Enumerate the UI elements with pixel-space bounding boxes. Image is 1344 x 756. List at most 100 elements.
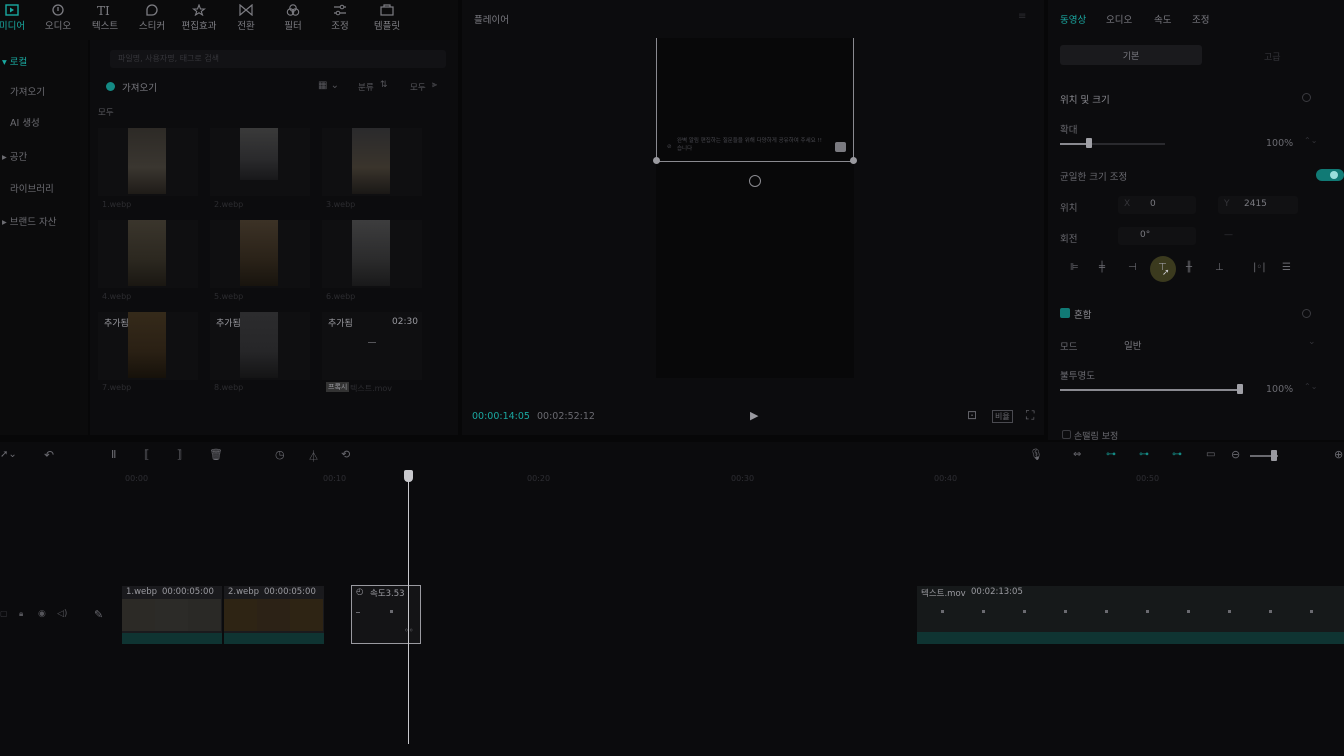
- stepper-icon[interactable]: ⌃⌄: [1304, 136, 1317, 145]
- filter-button[interactable]: 모두: [410, 81, 426, 93]
- clip-2[interactable]: 2.webp 00:00:05:00: [224, 586, 324, 644]
- blend-reset-icon[interactable]: [1302, 309, 1311, 318]
- clip-text-mov[interactable]: 텍스트.mov 00:02:13:05: [917, 586, 1344, 644]
- stepper-icon[interactable]: ⌃⌄: [1304, 382, 1317, 391]
- position-x-field[interactable]: X 0: [1118, 196, 1196, 214]
- tool-effects[interactable]: 편집효과: [177, 4, 221, 32]
- ratio-button[interactable]: 비율: [992, 410, 1013, 423]
- media-item[interactable]: 추가됨: [98, 312, 198, 380]
- rotate-field[interactable]: 0°: [1118, 227, 1196, 245]
- tab-video[interactable]: 동영상: [1060, 12, 1086, 26]
- clip-marker: [390, 610, 393, 613]
- rotate-icon[interactable]: ⟲: [341, 448, 350, 461]
- split-right-icon[interactable]: ⟧: [177, 448, 182, 461]
- import-button[interactable]: 가져오기: [122, 80, 157, 94]
- edit-pencil-icon[interactable]: ✎: [94, 608, 103, 621]
- media-item[interactable]: [98, 220, 198, 288]
- tool-adjust[interactable]: 조정: [318, 4, 362, 32]
- media-item[interactable]: [98, 128, 198, 196]
- media-icon: [5, 4, 19, 16]
- subtab-advanced[interactable]: 고급: [1264, 50, 1281, 63]
- nav-local[interactable]: ▾ 로컬: [2, 54, 27, 68]
- add-icon[interactable]: [835, 142, 846, 152]
- media-item[interactable]: [322, 128, 422, 196]
- delete-icon[interactable]: 🗑: [209, 448, 223, 461]
- scale-value[interactable]: 100%: [1266, 138, 1293, 149]
- opacity-slider-knob[interactable]: [1237, 384, 1243, 394]
- fullscreen-icon[interactable]: ⛶: [1026, 408, 1034, 423]
- nav-library[interactable]: 라이브러리: [10, 181, 54, 195]
- media-item[interactable]: [210, 128, 310, 196]
- reset-icon[interactable]: [1302, 93, 1311, 102]
- search-input[interactable]: 파일명, 사용자명, 태그로 검색: [110, 50, 446, 68]
- snap-icon[interactable]: ⊶: [1106, 449, 1116, 460]
- position-y-field[interactable]: Y 2415: [1218, 196, 1298, 214]
- nav-import[interactable]: 가져오기: [10, 84, 45, 98]
- menu-icon[interactable]: ≡: [1018, 11, 1026, 22]
- stabilize-checkbox[interactable]: [1062, 430, 1071, 439]
- nav-space[interactable]: ▸ 공간: [2, 149, 27, 163]
- scale-slider-knob[interactable]: [1086, 138, 1092, 148]
- tool-media[interactable]: 미디어: [0, 4, 34, 32]
- tool-filter[interactable]: 필터: [271, 4, 315, 32]
- tab-speed[interactable]: 속도: [1154, 12, 1171, 26]
- zoom-out-icon[interactable]: ⊖: [1231, 448, 1240, 461]
- nav-brand[interactable]: ▸ 브랜드 자산: [2, 214, 57, 228]
- undo-icon[interactable]: ↶: [44, 448, 54, 462]
- nav-ai[interactable]: AI 생성: [10, 115, 40, 129]
- media-item[interactable]: 추가됨: [210, 312, 310, 380]
- tool-text[interactable]: TI 텍스트: [83, 4, 127, 32]
- lock-icon[interactable]: 🔒︎: [19, 609, 23, 619]
- align-bottom-icon[interactable]: ⊥: [1215, 262, 1224, 273]
- clip-1[interactable]: 1.webp 00:00:05:00: [122, 586, 222, 644]
- microphone-icon[interactable]: 🎙: [1029, 448, 1043, 461]
- align-right-icon[interactable]: ⊣: [1128, 262, 1137, 273]
- tool-audio[interactable]: 오디오: [36, 4, 80, 32]
- zoom-slider-knob[interactable]: [1271, 450, 1277, 461]
- tool-template[interactable]: 템플릿: [365, 4, 409, 32]
- resize-handle[interactable]: [850, 157, 857, 164]
- select-tool-icon[interactable]: ➚⌄: [0, 449, 17, 460]
- filter-icon[interactable]: ⫸: [432, 80, 437, 90]
- speed-icon[interactable]: ◷: [275, 448, 285, 461]
- sort-button[interactable]: 분류: [358, 81, 374, 93]
- align-left-icon[interactable]: ⊫: [1070, 262, 1079, 273]
- tab-adjust[interactable]: 조정: [1192, 12, 1209, 26]
- grid-view-icon[interactable]: ▦ ⌄: [318, 80, 339, 91]
- media-name: 텍스트.mov: [350, 384, 393, 393]
- mirror-icon[interactable]: ⏃: [308, 448, 319, 464]
- link-clips-icon[interactable]: ⇔: [1073, 449, 1081, 460]
- tool-transition[interactable]: 전환: [224, 4, 268, 32]
- media-item[interactable]: [322, 220, 422, 288]
- split-icon[interactable]: Ⅱ: [111, 448, 116, 461]
- zoom-in-icon[interactable]: ⊕: [1334, 448, 1343, 461]
- split-left-icon[interactable]: ⟦: [144, 448, 149, 461]
- selection-box[interactable]: 완벽 알림 편집하는 질문들을 위해 다양하게 공유하여 주세요 !! ⊘ 습니…: [653, 38, 857, 164]
- stabilize-label: 손떨림 보정: [1074, 432, 1119, 442]
- uniform-scale-toggle[interactable]: [1316, 169, 1344, 181]
- blend-checkbox[interactable]: [1060, 308, 1070, 318]
- media-item[interactable]: 추가됨 02:30: [322, 312, 422, 380]
- tab-audio[interactable]: 오디오: [1106, 12, 1132, 26]
- opacity-value[interactable]: 100%: [1266, 384, 1293, 395]
- sort-icon[interactable]: ⇅: [380, 80, 388, 90]
- distribute-h-icon[interactable]: |◦|: [1253, 262, 1266, 273]
- fit-view-icon[interactable]: ⊡: [967, 408, 977, 422]
- caption-icon[interactable]: ▭: [1206, 449, 1215, 460]
- tool-sticker[interactable]: 스티커: [130, 4, 174, 32]
- align-center-v-icon[interactable]: ╫: [1186, 262, 1192, 273]
- preview-axis-icon[interactable]: ⊶: [1172, 449, 1182, 460]
- track-cover-icon[interactable]: ▢: [0, 609, 8, 618]
- mode-select[interactable]: 일반 ⌄: [1118, 335, 1318, 353]
- speaker-icon[interactable]: ◁): [57, 609, 67, 619]
- magnet-icon[interactable]: ⊶: [1139, 449, 1149, 460]
- resize-handle[interactable]: [653, 157, 660, 164]
- play-icon[interactable]: ▶: [750, 409, 758, 422]
- media-item[interactable]: [210, 220, 310, 288]
- subtab-basic[interactable]: 기본: [1060, 45, 1202, 65]
- distribute-v-icon[interactable]: ☰: [1282, 262, 1291, 273]
- clip-speed[interactable]: ◴ 속도3.53 ◦◦: [351, 585, 421, 644]
- eye-icon[interactable]: ◉: [38, 609, 46, 619]
- align-center-h-icon[interactable]: ╪: [1099, 262, 1105, 273]
- rotate-handle-icon[interactable]: [749, 175, 761, 187]
